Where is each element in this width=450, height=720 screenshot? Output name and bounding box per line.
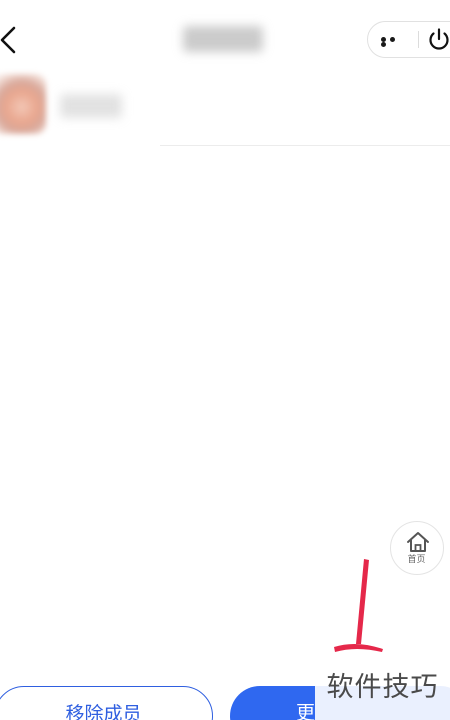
capsule-divider	[418, 31, 419, 48]
power-icon	[429, 28, 449, 50]
back-button[interactable]	[0, 22, 26, 58]
home-float-button[interactable]: 首页	[390, 521, 444, 575]
home-label: 首页	[407, 555, 426, 565]
more-horizontal-icon	[381, 37, 405, 47]
avatar	[0, 74, 46, 134]
home-icon	[407, 532, 429, 552]
app-screen: 首页 移除成员 更 软件技巧	[0, 0, 450, 720]
primary-action-label: 更	[296, 702, 316, 720]
more-button[interactable]	[368, 22, 418, 56]
page-title	[183, 26, 263, 52]
member-name	[60, 94, 122, 118]
chevron-left-icon	[0, 26, 16, 54]
remove-member-button[interactable]: 移除成员	[0, 686, 213, 720]
close-miniprogram-button[interactable]	[424, 26, 450, 54]
divider	[160, 145, 450, 146]
navigation-bar	[0, 0, 450, 78]
capsule-menu	[367, 21, 450, 58]
annotation-arrow	[334, 559, 383, 652]
watermark-logo: 软件技巧	[315, 660, 450, 720]
member-list-item[interactable]	[0, 72, 450, 146]
